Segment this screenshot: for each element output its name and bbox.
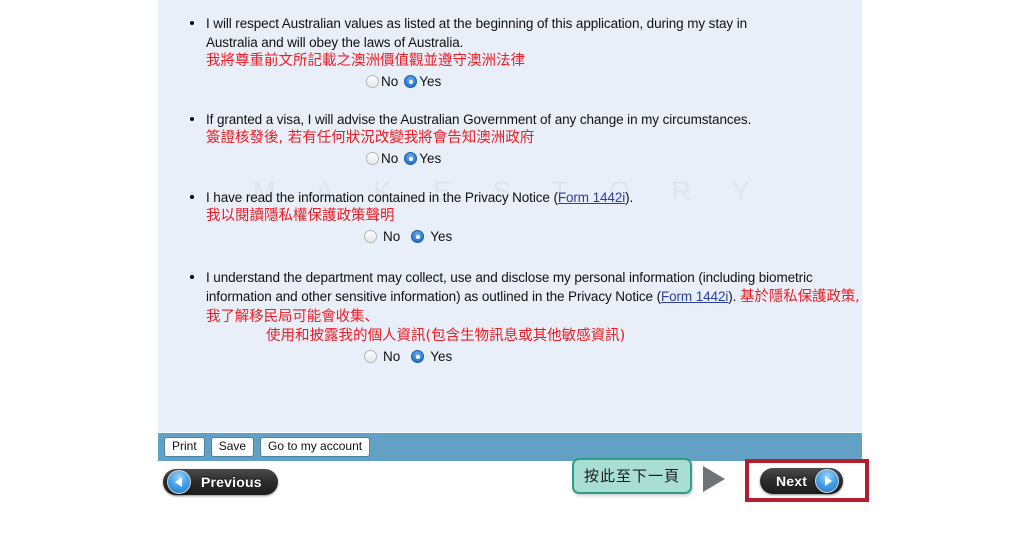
save-button[interactable]: Save	[210, 437, 255, 457]
declaration-text-zh-line2-wrap: 使用和披露我的個人資訊(包含生物訊息或其他敏感資訊)	[206, 327, 862, 346]
print-button[interactable]: Print	[164, 437, 205, 457]
bullet-marker	[190, 21, 194, 25]
radio-no-icon[interactable]	[364, 230, 377, 243]
radio-yes-icon[interactable]	[404, 75, 418, 88]
radio-yes-icon[interactable]	[411, 230, 425, 243]
declaration-suffix: ).	[625, 190, 634, 205]
radio-option-no[interactable]: No	[364, 229, 400, 244]
application-page: M A K E S T O R Y I will respect Austral…	[0, 0, 1024, 556]
next-button[interactable]: Next	[760, 468, 844, 494]
declaration-item-privacy-notice-read: I have read the information contained in…	[158, 188, 862, 244]
toolbar-button-group: Print Save Go to my account	[164, 437, 371, 457]
radio-yes-icon[interactable]	[411, 350, 425, 363]
declaration-text-en: I have read the information contained in…	[206, 188, 862, 207]
form-1442i-link[interactable]: Form 1442i	[558, 190, 625, 205]
radio-group-collect-use-disclose: No Yes	[206, 349, 862, 364]
go-to-my-account-button[interactable]: Go to my account	[260, 437, 371, 457]
radio-option-no[interactable]: No	[366, 151, 398, 166]
declaration-text-en: If granted a visa, I will advise the Aus…	[206, 110, 862, 129]
declaration-text-en: I understand the department may collect,…	[206, 268, 862, 327]
previous-button-label: Previous	[201, 474, 262, 490]
declaration-item-australian-values: I will respect Australian values as list…	[158, 14, 862, 89]
radio-yes-label: Yes	[430, 349, 453, 364]
radio-group-advise-change: No Yes	[206, 151, 862, 166]
chevron-left-icon	[167, 470, 191, 494]
radio-option-yes[interactable]: Yes	[404, 151, 441, 166]
declaration-item-collect-use-disclose: I understand the department may collect,…	[158, 268, 862, 364]
declaration-list: I will respect Australian values as list…	[158, 14, 862, 364]
declaration-line-1: If granted a visa, I will advise the Aus…	[206, 112, 752, 127]
declaration-text-zh: 我以閱讀隱私權保護政策聲明	[206, 208, 395, 224]
radio-option-yes[interactable]: Yes	[411, 349, 452, 364]
declaration-text-zh: 簽證核發後, 若有任何狀況改變我將會告知澳洲政府	[206, 130, 535, 146]
radio-no-label: No	[383, 229, 401, 244]
declaration-content-panel: M A K E S T O R Y I will respect Austral…	[158, 0, 862, 432]
arrow-right-icon	[703, 466, 725, 492]
radio-option-no[interactable]: No	[366, 74, 398, 89]
next-button-label: Next	[776, 473, 808, 489]
radio-option-yes[interactable]: Yes	[404, 74, 441, 89]
declaration-line-1: I will respect Australian values as list…	[206, 16, 747, 31]
bullet-marker	[190, 195, 194, 199]
previous-button[interactable]: Previous	[163, 469, 278, 495]
radio-yes-icon[interactable]	[404, 152, 418, 165]
radio-no-icon[interactable]	[366, 75, 379, 88]
declaration-item-advise-change: If granted a visa, I will advise the Aus…	[158, 110, 862, 166]
radio-no-icon[interactable]	[366, 152, 379, 165]
declaration-text-zh-line2: 使用和披露我的個人資訊(包含生物訊息或其他敏感資訊)	[266, 328, 626, 344]
radio-group-australian-values: No Yes	[206, 74, 862, 89]
declaration-text-en: I will respect Australian values as list…	[206, 14, 862, 52]
radio-yes-label: Yes	[419, 74, 442, 89]
declaration-prefix: I have read the information contained in…	[206, 190, 558, 205]
radio-no-label: No	[383, 349, 401, 364]
radio-group-privacy-notice-read: No Yes	[206, 229, 862, 244]
radio-yes-label: Yes	[430, 229, 453, 244]
radio-no-label: No	[381, 151, 399, 166]
radio-no-icon[interactable]	[364, 350, 377, 363]
bottom-toolbar: Print Save Go to my account	[158, 433, 862, 461]
bullet-marker	[190, 117, 194, 121]
declaration-suffix: ).	[728, 289, 740, 304]
declaration-line-2: Australia and will obey the laws of Aust…	[206, 35, 464, 50]
form-1442i-link[interactable]: Form 1442i	[661, 289, 728, 304]
chevron-left-glyph	[174, 477, 182, 487]
annotation-callout: 按此至下一頁	[572, 458, 693, 494]
declaration-text-zh: 我將尊重前文所記載之澳洲價值觀並遵守澳洲法律	[206, 53, 525, 69]
radio-yes-label: Yes	[419, 151, 442, 166]
radio-option-yes[interactable]: Yes	[411, 229, 452, 244]
bullet-marker	[190, 275, 194, 279]
radio-no-label: No	[381, 74, 399, 89]
radio-option-no[interactable]: No	[364, 349, 400, 364]
chevron-right-icon	[815, 469, 840, 493]
chevron-right-glyph	[824, 476, 832, 486]
